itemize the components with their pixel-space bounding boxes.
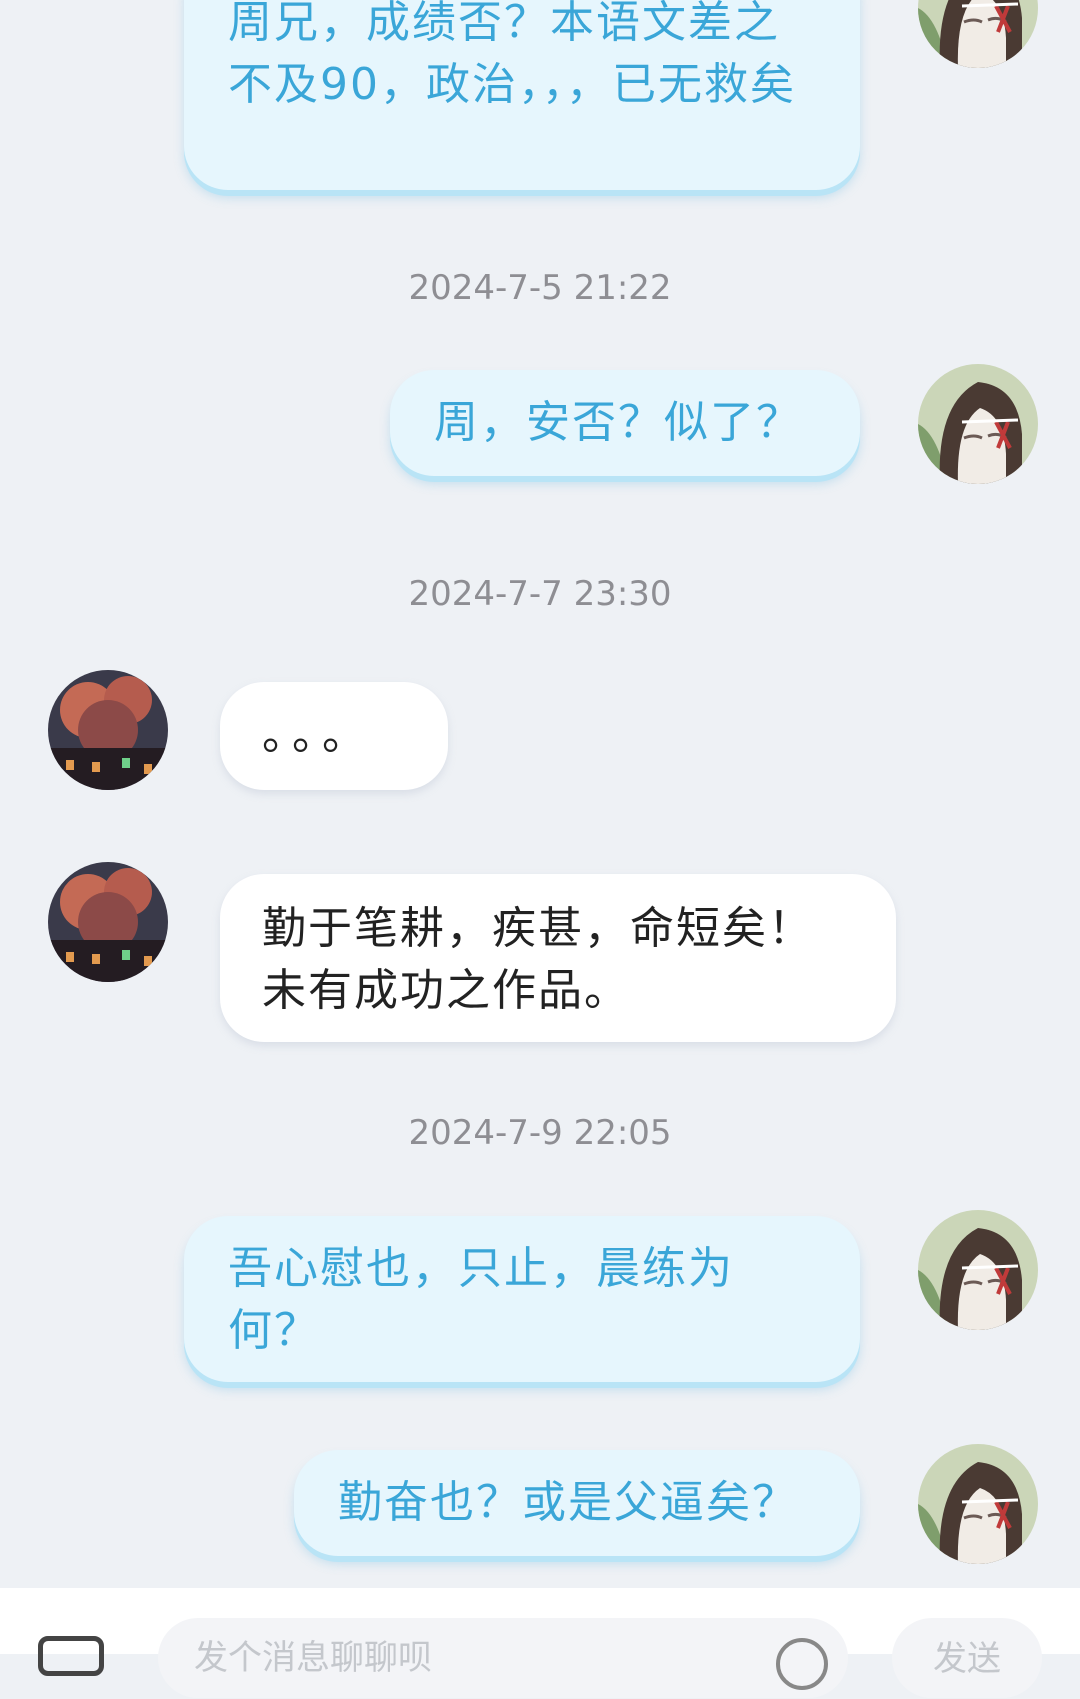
outgoing-message-bubble[interactable]: 吾心慰也，只止，晨练为何？ [184, 1216, 860, 1382]
user-avatar[interactable] [918, 0, 1038, 68]
outgoing-message-bubble[interactable]: 周，安否？似了？ [390, 370, 860, 476]
user-avatar-image [918, 1444, 1038, 1564]
user-avatar-image [918, 364, 1038, 484]
image-icon[interactable] [38, 1636, 104, 1676]
message-input-bar: 发送 [0, 1588, 1080, 1698]
user-avatar[interactable] [918, 1444, 1038, 1564]
incoming-message-bubble[interactable]: 。。。 [220, 682, 448, 790]
message-input[interactable] [158, 1618, 848, 1698]
user-avatar-image [918, 1210, 1038, 1330]
message-text: 吾心慰也，只止，晨练为何？ [228, 1243, 734, 1356]
incoming-message-bubble[interactable]: 勤于笔耕，疾甚，命短矣！未有成功之作品。 [220, 874, 896, 1042]
outgoing-message-bubble[interactable]: 周兄，成绩否？本语文差之不及90，政治，，，已无救矣 [184, 0, 860, 190]
contact-avatar[interactable] [48, 670, 168, 790]
contact-avatar-image [48, 862, 168, 982]
message-text: 勤于笔耕，疾甚，命短矣！未有成功之作品。 [262, 903, 814, 1016]
message-timestamp: 2024-7-9 22:05 [408, 1113, 672, 1153]
outgoing-message-bubble[interactable]: 勤奋也？或是父逼矣？ [294, 1450, 860, 1556]
user-avatar-image [918, 0, 1038, 68]
emoji-icon[interactable] [776, 1638, 828, 1690]
message-text: 勤奋也？或是父逼矣？ [338, 1477, 798, 1528]
message-timestamp: 2024-7-5 21:22 [408, 268, 672, 308]
contact-avatar[interactable] [48, 862, 168, 982]
contact-avatar-image [48, 670, 168, 790]
chat-area[interactable]: 周兄，成绩否？本语文差之不及90，政治，，，已无救矣 2024-7-5 21:2… [0, 0, 1080, 1588]
message-text: 周兄，成绩否？本语文差之不及90，政治，，，已无救矣 [228, 0, 796, 110]
user-avatar[interactable] [918, 1210, 1038, 1330]
message-text: 。。。 [262, 709, 374, 760]
send-button[interactable]: 发送 [892, 1618, 1042, 1698]
message-text: 周，安否？似了？ [434, 397, 802, 448]
user-avatar[interactable] [918, 364, 1038, 484]
message-timestamp: 2024-7-7 23:30 [408, 574, 672, 614]
